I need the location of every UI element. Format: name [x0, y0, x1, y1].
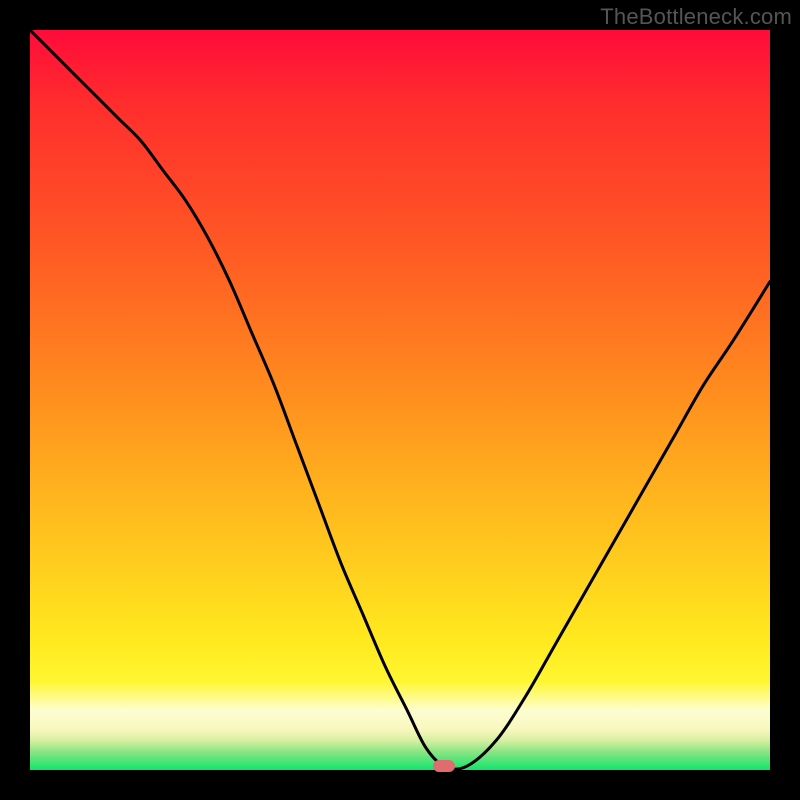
watermark-text: TheBottleneck.com	[600, 4, 792, 30]
chart-stage: TheBottleneck.com	[0, 0, 800, 800]
optimal-marker	[433, 760, 455, 772]
bottleneck-curve	[30, 30, 770, 770]
plot-area	[30, 30, 770, 770]
